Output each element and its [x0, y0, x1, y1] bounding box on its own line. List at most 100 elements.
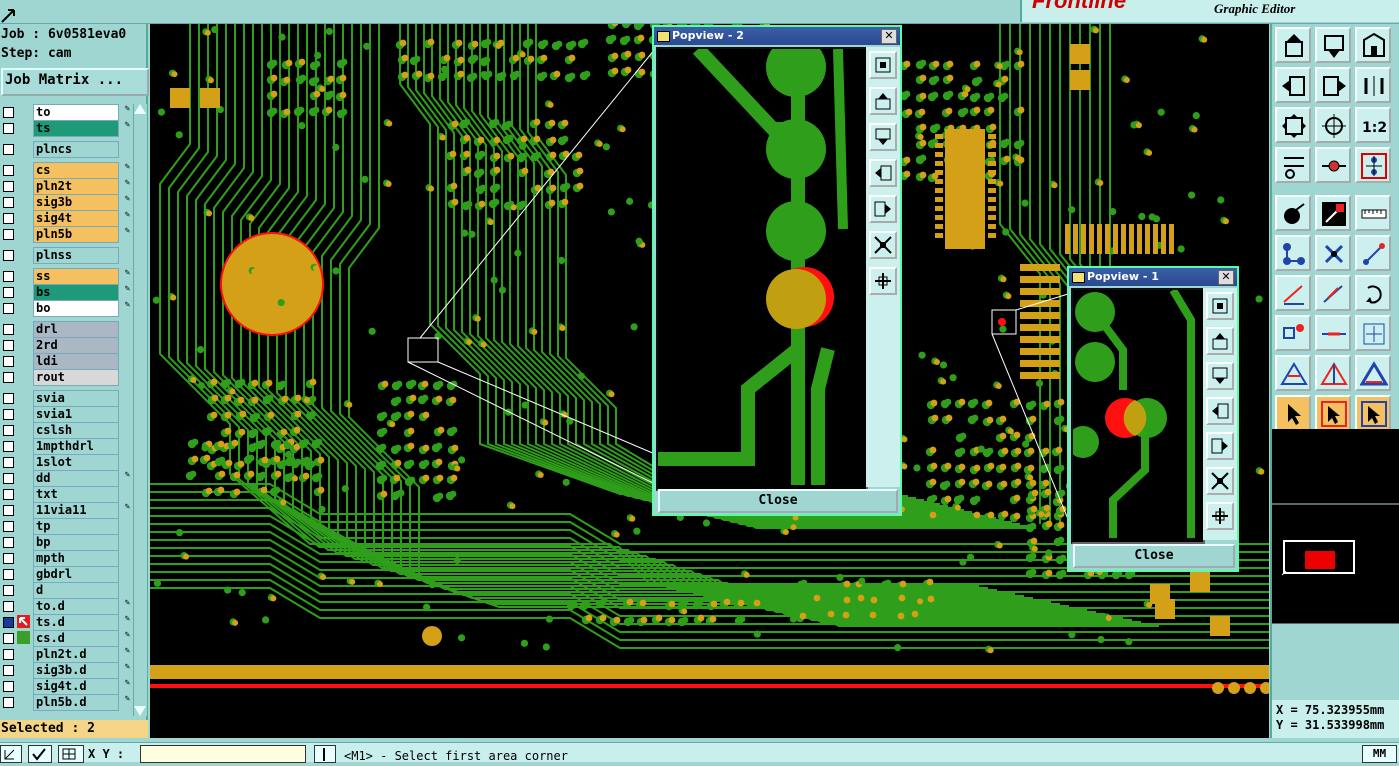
popview-2-close-x-button[interactable]: ✕ [881, 29, 897, 44]
zoom-in-icon[interactable] [1315, 27, 1351, 63]
layer-row-pln2t[interactable]: pln2t ✎ [0, 178, 132, 195]
layer-checkbox[interactable] [3, 457, 14, 468]
layer-checkbox[interactable] [3, 553, 14, 564]
net-icon[interactable] [1355, 147, 1391, 183]
layer-checkbox[interactable] [3, 521, 14, 532]
one-to-two-icon[interactable]: 1:2 [1355, 107, 1391, 143]
draw-line-icon[interactable] [1315, 275, 1351, 311]
layer-checkbox[interactable] [3, 473, 14, 484]
line-icon[interactable] [1275, 275, 1311, 311]
layer-checkbox[interactable] [3, 165, 14, 176]
tab-toggle-button[interactable] [314, 745, 336, 763]
layer-row-pln5b-d[interactable]: pln5b.d ✎ [0, 694, 132, 711]
select-arrow-button[interactable] [0, 745, 22, 763]
measure-tool-icon[interactable] [1275, 147, 1311, 183]
delete-icon[interactable] [1315, 235, 1351, 271]
popview-2-close-button[interactable]: Close [658, 489, 898, 513]
popview-1-zoom-out-icon[interactable] [1206, 467, 1234, 495]
check-button[interactable] [28, 745, 52, 763]
popview-1-close-x-button[interactable]: ✕ [1218, 270, 1234, 285]
layer-row-cslsh[interactable]: cslsh [0, 422, 132, 439]
layer-checkbox[interactable] [3, 250, 14, 261]
cut-icon[interactable] [1315, 315, 1351, 351]
xy-input[interactable] [140, 745, 306, 763]
grid-button[interactable] [58, 745, 84, 763]
layer-row-svia1[interactable]: svia1 [0, 406, 132, 423]
layer-checkbox[interactable] [3, 537, 14, 548]
popview-1-pan-right-icon[interactable] [1206, 432, 1234, 460]
popview-2-window[interactable]: Popview - 2 ✕ Close [652, 25, 902, 516]
layer-row-sig4t-d[interactable]: sig4t.d ✎ [0, 678, 132, 695]
popview-1-pan-left-icon[interactable] [1206, 397, 1234, 425]
layer-row-to-d[interactable]: to.d ✎ [0, 598, 132, 615]
layer-checkbox[interactable] [3, 181, 14, 192]
layer-row-plnss[interactable]: plnss [0, 247, 132, 264]
edit-feature-icon[interactable] [1315, 195, 1351, 231]
layer-checkbox[interactable] [3, 324, 14, 335]
layer-row-to[interactable]: to ✎ [0, 104, 132, 121]
layer-row-sig3b[interactable]: sig3b ✎ [0, 194, 132, 211]
layer-checkbox[interactable] [3, 393, 14, 404]
layer-row-ss[interactable]: ss ✎ [0, 268, 132, 285]
layer-checkbox[interactable] [3, 144, 14, 155]
stretch-icon[interactable] [1355, 315, 1391, 351]
popview-1-close-button[interactable]: Close [1073, 544, 1235, 568]
select-pointer-icon[interactable] [1275, 395, 1311, 431]
layer-checkbox[interactable] [3, 372, 14, 383]
layer-row-mpth[interactable]: mpth [0, 550, 132, 567]
layer-checkbox[interactable] [3, 123, 14, 134]
pad-feature-icon[interactable] [1275, 195, 1311, 231]
popview-2-pan-up-icon[interactable] [869, 87, 897, 115]
layer-row-svia[interactable]: svia [0, 390, 132, 407]
layer-row-dd[interactable]: dd ✎ [0, 470, 132, 487]
zoom-out-icon[interactable] [1355, 27, 1391, 63]
layer-checkbox[interactable] [3, 213, 14, 224]
units-button[interactable]: MM [1362, 745, 1397, 763]
layer-checkbox[interactable] [3, 340, 14, 351]
layer-row-ts[interactable]: ts ✎ [0, 120, 132, 137]
layer-checkbox[interactable] [3, 303, 14, 314]
popview-1-viewport[interactable] [1071, 288, 1205, 544]
overview-minimap[interactable] [1272, 429, 1399, 625]
triangle-red-icon[interactable] [1315, 355, 1351, 391]
popview-2-zoom-out-icon[interactable] [869, 231, 897, 259]
popview-1-pan-up-icon[interactable] [1206, 327, 1234, 355]
layer-checkbox[interactable] [3, 617, 14, 628]
layer-checkbox[interactable] [3, 665, 14, 676]
popview-2-pan-down-icon[interactable] [869, 123, 897, 151]
layer-checkbox[interactable] [3, 271, 14, 282]
layer-checkbox[interactable] [3, 489, 14, 500]
layer-checkbox[interactable] [3, 107, 14, 118]
layer-row-bp[interactable]: bp [0, 534, 132, 551]
layer-checkbox[interactable] [3, 505, 14, 516]
popview-1-window[interactable]: Popview - 1 ✕ Close [1067, 266, 1239, 572]
zoom-ratio-icon[interactable] [1355, 67, 1391, 103]
connect-icon[interactable] [1275, 235, 1311, 271]
layer-checkbox[interactable] [3, 601, 14, 612]
select-region-icon[interactable] [1355, 395, 1391, 431]
layer-row-1slot[interactable]: 1slot [0, 454, 132, 471]
layer-list-scrollbar[interactable] [133, 104, 147, 716]
pan-right-icon[interactable] [1315, 67, 1351, 103]
layer-checkbox[interactable] [3, 569, 14, 580]
popview-1-zoom-in-icon[interactable] [1206, 502, 1234, 530]
split-icon[interactable] [1275, 315, 1311, 351]
popview-2-titlebar[interactable]: Popview - 2 ✕ [654, 27, 900, 45]
layer-row-11via11[interactable]: 11via11 ✎ [0, 502, 132, 519]
layer-row-plncs[interactable]: plncs [0, 141, 132, 158]
popview-1-titlebar[interactable]: Popview - 1 ✕ [1069, 268, 1237, 286]
layer-checkbox[interactable] [3, 697, 14, 708]
move-icon[interactable] [1355, 235, 1391, 271]
layer-row-cs[interactable]: cs ✎ [0, 162, 132, 179]
layer-row-bo[interactable]: bo ✎ [0, 300, 132, 317]
layer-checkbox[interactable] [3, 633, 14, 644]
popview-2-viewport[interactable] [656, 47, 868, 491]
scroll-up-icon[interactable] [134, 104, 146, 114]
popview-1-zoom-fit-icon[interactable] [1206, 292, 1234, 320]
layer-row-pln2t-d[interactable]: pln2t.d ✎ [0, 646, 132, 663]
probe-icon[interactable] [1315, 147, 1351, 183]
select-red-icon[interactable] [1315, 395, 1351, 431]
fit-screen-icon[interactable] [1275, 107, 1311, 143]
undo-arc-icon[interactable] [1355, 275, 1391, 311]
layer-row-cs-d[interactable]: cs.d ✎ [0, 630, 132, 647]
